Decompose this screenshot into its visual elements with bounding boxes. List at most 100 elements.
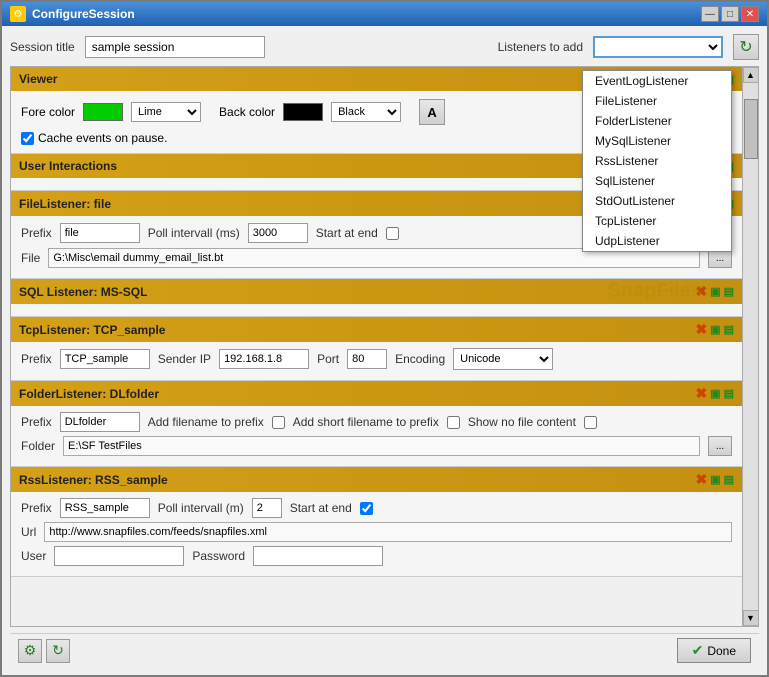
refresh-button[interactable]: ↻ xyxy=(733,34,759,60)
bottom-action-icons: ⚙ ↻ xyxy=(18,639,70,663)
rss-collapse-icon[interactable]: ▤ xyxy=(724,473,734,486)
rss-user-input[interactable] xyxy=(54,546,184,566)
close-button[interactable]: ✕ xyxy=(741,6,759,22)
rss-password-input[interactable] xyxy=(253,546,383,566)
folder-expand-icon[interactable]: ▣ xyxy=(710,387,720,400)
folder-path-row: Folder ... xyxy=(21,436,732,456)
font-button[interactable]: A xyxy=(419,99,445,125)
folder-remove-icon[interactable]: ✖ xyxy=(695,385,707,402)
file-poll-input[interactable] xyxy=(248,223,308,243)
folder-path-label: Folder xyxy=(21,439,55,453)
folder-collapse-icon[interactable]: ▤ xyxy=(724,387,734,400)
folder-listener-title: FolderListener: DLfolder xyxy=(19,387,159,401)
rss-url-input[interactable] xyxy=(44,522,732,542)
listeners-dropdown-open[interactable]: EventLogListener FileListener FolderList… xyxy=(582,70,732,252)
rss-start-checkbox[interactable] xyxy=(360,502,373,515)
minimize-button[interactable]: — xyxy=(701,6,719,22)
bottom-icon2[interactable]: ↻ xyxy=(46,639,70,663)
dropdown-item-tcp[interactable]: TcpListener xyxy=(583,211,731,231)
sql-expand-icon[interactable]: ▣ xyxy=(710,285,720,298)
tcp-port-input[interactable] xyxy=(347,349,387,369)
folder-add-filename-checkbox[interactable] xyxy=(272,416,285,429)
rss-listener-title: RssListener: RSS_sample xyxy=(19,473,168,487)
dropdown-item-udp[interactable]: UdpListener xyxy=(583,231,731,251)
rss-prefix-label: Prefix xyxy=(21,501,52,515)
rss-poll-input[interactable] xyxy=(252,498,282,518)
rss-prefix-input[interactable] xyxy=(60,498,150,518)
main-scrollbar[interactable]: ▲ ▼ xyxy=(742,67,758,626)
back-color-label: Back color xyxy=(219,105,275,119)
tcp-encoding-select[interactable]: Unicode xyxy=(453,348,553,370)
window-controls: — □ ✕ xyxy=(701,6,759,22)
tcp-prefix-input[interactable] xyxy=(60,349,150,369)
folder-prefix-input[interactable] xyxy=(60,412,140,432)
file-prefix-label: Prefix xyxy=(21,226,52,240)
dropdown-item-stdout[interactable]: StdOutListener xyxy=(583,191,731,211)
scroll-thumb[interactable] xyxy=(744,99,758,159)
rss-user-row: User Password xyxy=(21,546,732,566)
folder-browse-button[interactable]: ... xyxy=(708,436,732,456)
done-label: Done xyxy=(707,644,736,658)
file-prefix-input[interactable] xyxy=(60,223,140,243)
dropdown-item-rss[interactable]: RssListener xyxy=(583,151,731,171)
back-color-select[interactable]: Black xyxy=(331,102,401,122)
maximize-button[interactable]: □ xyxy=(721,6,739,22)
sql-remove-icon[interactable]: ✖ xyxy=(695,283,707,300)
fore-color-label: Fore color xyxy=(21,105,75,119)
rss-listener-section: RssListener: RSS_sample ✖ ▣ ▤ Prefix Pol… xyxy=(11,467,742,577)
rss-password-label: Password xyxy=(192,549,245,563)
session-title-input[interactable] xyxy=(85,36,265,58)
back-color-swatch[interactable] xyxy=(283,103,323,121)
dropdown-item-eventlog[interactable]: EventLogListener xyxy=(583,71,731,91)
rss-user-label: User xyxy=(21,549,46,563)
scroll-down-arrow[interactable]: ▼ xyxy=(743,610,759,626)
folder-add-short-checkbox[interactable] xyxy=(447,416,460,429)
cache-label: Cache events on pause. xyxy=(38,131,167,145)
folder-listener-icons: ✖ ▣ ▤ xyxy=(695,385,734,402)
folder-no-file-label: Show no file content xyxy=(468,415,576,429)
tcp-collapse-icon[interactable]: ▤ xyxy=(724,323,734,336)
fore-color-swatch[interactable] xyxy=(83,103,123,121)
window-title: ConfigureSession xyxy=(32,7,695,21)
folder-no-file-checkbox[interactable] xyxy=(584,416,597,429)
tcp-sender-input[interactable] xyxy=(219,349,309,369)
top-bar: Session title Listeners to add ↻ xyxy=(10,34,759,60)
listeners-to-add-label: Listeners to add xyxy=(498,40,583,54)
rss-url-row: Url xyxy=(21,522,732,542)
dropdown-item-folder[interactable]: FolderListener xyxy=(583,111,731,131)
tcp-expand-icon[interactable]: ▣ xyxy=(710,323,720,336)
rss-poll-label: Poll intervall (m) xyxy=(158,501,244,515)
tcp-listener-header: TcpListener: TCP_sample ✖ ▣ ▤ xyxy=(11,317,742,342)
dropdown-item-mysql[interactable]: MySqlListener xyxy=(583,131,731,151)
window-icon: ⚙ xyxy=(10,6,26,22)
rss-remove-icon[interactable]: ✖ xyxy=(695,471,707,488)
scroll-up-arrow[interactable]: ▲ xyxy=(743,67,759,83)
tcp-sender-label: Sender IP xyxy=(158,352,211,366)
rss-top-row: Prefix Poll intervall (m) Start at end xyxy=(21,498,732,518)
sql-listener-title: SQL Listener: MS-SQL xyxy=(19,285,147,299)
file-start-checkbox[interactable] xyxy=(386,227,399,240)
listeners-dropdown[interactable] xyxy=(593,36,723,58)
rss-start-label: Start at end xyxy=(290,501,352,515)
cache-checkbox[interactable] xyxy=(21,132,34,145)
dropdown-item-sql[interactable]: SqlListener xyxy=(583,171,731,191)
tcp-listener-body: Prefix Sender IP Port Encoding Unicode xyxy=(11,342,742,381)
sql-listener-icons: ✖ ▣ ▤ xyxy=(695,283,734,300)
fore-color-select[interactable]: Lime xyxy=(131,102,201,122)
done-button[interactable]: ✔ Done xyxy=(677,638,751,663)
sql-collapse-icon[interactable]: ▤ xyxy=(724,285,734,298)
tcp-remove-icon[interactable]: ✖ xyxy=(695,321,707,338)
dropdown-item-file[interactable]: FileListener xyxy=(583,91,731,111)
sql-listener-header: SQL Listener: MS-SQL SnapFiles ✖ ▣ ▤ xyxy=(11,279,742,304)
sql-listener-body xyxy=(11,304,742,317)
rss-listener-body: Prefix Poll intervall (m) Start at end U… xyxy=(11,492,742,577)
folder-path-input[interactable] xyxy=(63,436,700,456)
bottom-icon1[interactable]: ⚙ xyxy=(18,639,42,663)
rss-expand-icon[interactable]: ▣ xyxy=(710,473,720,486)
main-window: ⚙ ConfigureSession — □ ✕ Session title L… xyxy=(0,0,769,677)
tcp-prefix-label: Prefix xyxy=(21,352,52,366)
folder-listener-body: Prefix Add filename to prefix Add short … xyxy=(11,406,742,467)
bottom-bar: ⚙ ↻ ✔ Done xyxy=(10,633,759,667)
done-checkmark-icon: ✔ xyxy=(692,642,704,659)
viewer-title: Viewer xyxy=(19,72,57,86)
